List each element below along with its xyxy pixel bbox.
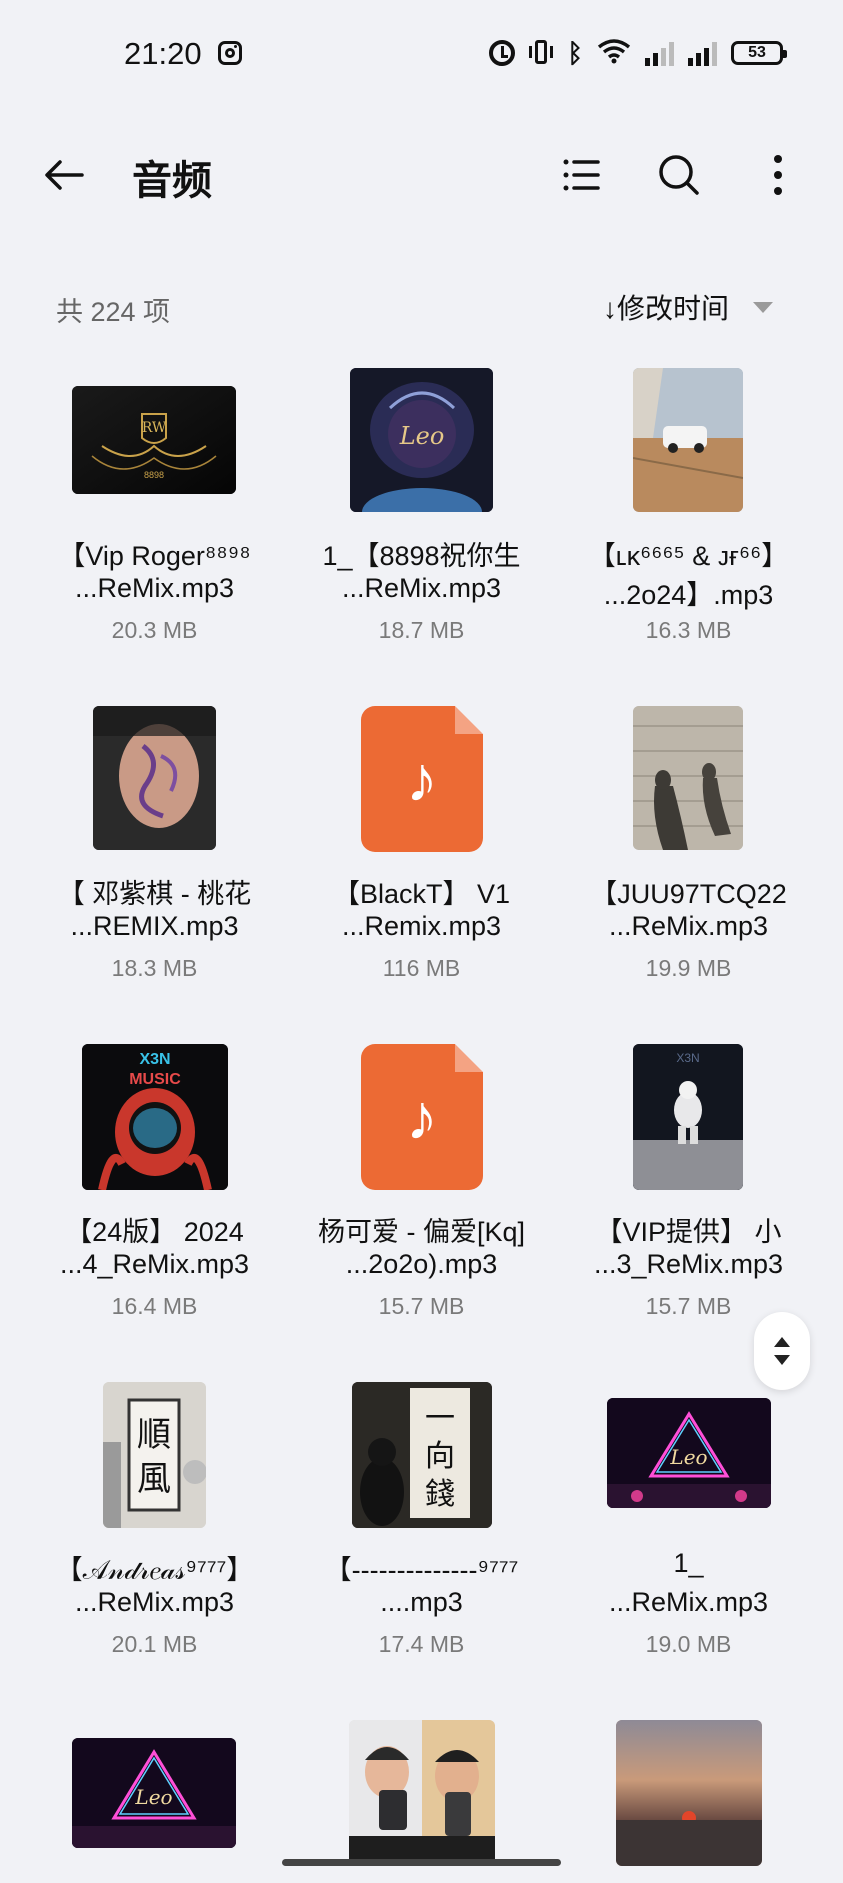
status-bar: 21:20 ᛒ 53 xyxy=(0,0,843,110)
file-name-line2: ....mp3 xyxy=(380,1587,463,1617)
svg-text:Leo: Leo xyxy=(134,1785,172,1809)
svg-text:錢: 錢 xyxy=(425,1477,455,1512)
svg-text:順: 順 xyxy=(137,1415,171,1455)
bluetooth-icon: ᛒ xyxy=(567,38,583,68)
svg-text:向: 向 xyxy=(425,1439,455,1474)
file-size: 116 MB xyxy=(382,955,461,981)
file-thumbnail xyxy=(616,1720,762,1866)
list-view-icon xyxy=(563,159,600,191)
svg-text:X3N: X3N xyxy=(676,1051,699,1065)
file-thumbnail: Leo xyxy=(607,1398,771,1508)
svg-text:一: 一 xyxy=(425,1401,455,1436)
file-name-line2: ...3_ReMix.mp3 xyxy=(593,1249,784,1279)
file-thumbnail: X3N MUSIC xyxy=(82,1044,228,1190)
file-size: 19.9 MB xyxy=(645,955,732,981)
dropdown-caret-icon xyxy=(753,301,773,313)
file-size: 18.7 MB xyxy=(378,617,465,643)
file-name-line2: ...ReMix.mp3 xyxy=(608,911,769,941)
sort-label: ↓修改时间 xyxy=(602,293,729,324)
battery-icon: 53 xyxy=(731,41,787,65)
file-name-line1: 【Vip Roger⁸⁸⁹⁸ xyxy=(58,541,251,571)
file-thumbnail: Leo xyxy=(350,368,493,512)
file-name-line1: 【JUU97TCQ22 xyxy=(590,879,787,909)
file-thumbnail: X3N xyxy=(633,1044,743,1190)
svg-text:風: 風 xyxy=(137,1459,171,1499)
status-icons: ᛒ 53 xyxy=(489,36,787,70)
file-thumbnail: 一向錢 xyxy=(352,1382,492,1528)
file-thumbnail xyxy=(633,706,743,850)
svg-text:Leo: Leo xyxy=(669,1445,707,1469)
scroll-down-icon xyxy=(774,1355,790,1365)
file-name-line1: 【--------------⁹⁷⁷⁷ xyxy=(324,1555,519,1585)
file-thumbnail: ♪ xyxy=(361,706,483,852)
file-size: 19.0 MB xyxy=(645,1631,732,1657)
wifi-icon xyxy=(597,38,631,69)
svg-text:X3N: X3N xyxy=(139,1051,170,1068)
svg-text:RW: RW xyxy=(142,420,167,436)
back-button[interactable] xyxy=(40,150,90,200)
file-name-line1: 【24版】 2024 xyxy=(65,1217,244,1247)
file-name-line2: ...2o24】.mp3 xyxy=(603,580,774,610)
file-name-line2: ...2o2o).mp3 xyxy=(345,1249,498,1279)
file-name-line1: 1_ xyxy=(673,1548,704,1578)
scroll-up-icon xyxy=(774,1337,790,1347)
signal-icon-2 xyxy=(688,40,717,66)
file-thumbnail xyxy=(93,706,216,850)
file-size: 17.4 MB xyxy=(378,1631,465,1657)
file-thumbnail: RW 8898 xyxy=(72,386,236,494)
music-file-icon: ♪ xyxy=(361,1044,483,1190)
fast-scroll-handle[interactable] xyxy=(754,1312,810,1390)
file-name-line1: 【VIP提供】 小 xyxy=(595,1217,782,1247)
file-name-line2: ...ReMix.mp3 xyxy=(341,573,502,603)
search-icon xyxy=(659,155,699,195)
file-size: 15.7 MB xyxy=(378,1293,465,1319)
file-name-line2: ...ReMix.mp3 xyxy=(608,1587,769,1617)
home-indicator[interactable] xyxy=(282,1859,561,1866)
file-thumbnail: 順風 xyxy=(103,1382,206,1528)
search-button[interactable] xyxy=(654,150,704,200)
file-name-line1: 杨可爱 - 偏爱[Kq] xyxy=(317,1217,526,1247)
signal-icon-1 xyxy=(645,40,674,66)
file-name-line1: 1_【8898祝你生 xyxy=(322,541,521,571)
svg-text:Leo: Leo xyxy=(399,422,445,450)
file-name-line2: ...Remix.mp3 xyxy=(341,911,502,941)
file-name-line1: 【 邓紫棋 - 桃花 xyxy=(57,879,252,909)
file-thumbnail xyxy=(349,1720,495,1866)
file-thumbnail: Leo xyxy=(72,1738,236,1848)
svg-text:8898: 8898 xyxy=(144,470,164,480)
file-name-line1: 【BlackT】 V1 xyxy=(332,879,511,909)
file-name-line2: ...REMIX.mp3 xyxy=(70,911,239,941)
status-time: 21:20 xyxy=(124,36,202,71)
file-name-line1: 【𝒜𝓃𝒹𝓇𝑒𝒶𝓈⁹⁷⁷⁷】 xyxy=(55,1555,254,1585)
page-title: 音频 xyxy=(132,158,212,204)
music-file-icon: ♪ xyxy=(361,706,483,852)
file-size: 16.3 MB xyxy=(645,617,732,643)
file-size: 20.3 MB xyxy=(111,617,198,643)
instagram-icon xyxy=(218,41,242,65)
vibrate-icon xyxy=(529,40,554,66)
file-size: 18.3 MB xyxy=(111,955,198,981)
file-size: 16.4 MB xyxy=(111,1293,198,1319)
item-count: 共 224 项 xyxy=(56,297,171,327)
file-name-line2: ...ReMix.mp3 xyxy=(74,1587,235,1617)
more-vertical-icon xyxy=(774,155,782,195)
file-thumbnail xyxy=(633,368,743,512)
view-mode-button[interactable] xyxy=(556,150,606,200)
alarm-icon xyxy=(489,40,516,66)
file-name-line2: ...ReMix.mp3 xyxy=(74,573,235,603)
arrow-left-icon xyxy=(45,160,84,190)
file-name-line1: 【ʟᴋ⁶⁶⁶⁵ & ᴊғ⁶⁶】 xyxy=(588,541,789,571)
svg-text:MUSIC: MUSIC xyxy=(129,1071,181,1088)
more-options-button[interactable] xyxy=(753,150,803,200)
file-thumbnail: ♪ xyxy=(361,1044,483,1190)
file-name-line2: ...4_ReMix.mp3 xyxy=(59,1249,250,1279)
sort-selector[interactable]: ↓修改时间 xyxy=(603,287,773,327)
app-bar: 音频 xyxy=(0,130,843,220)
file-size: 20.1 MB xyxy=(111,1631,198,1657)
